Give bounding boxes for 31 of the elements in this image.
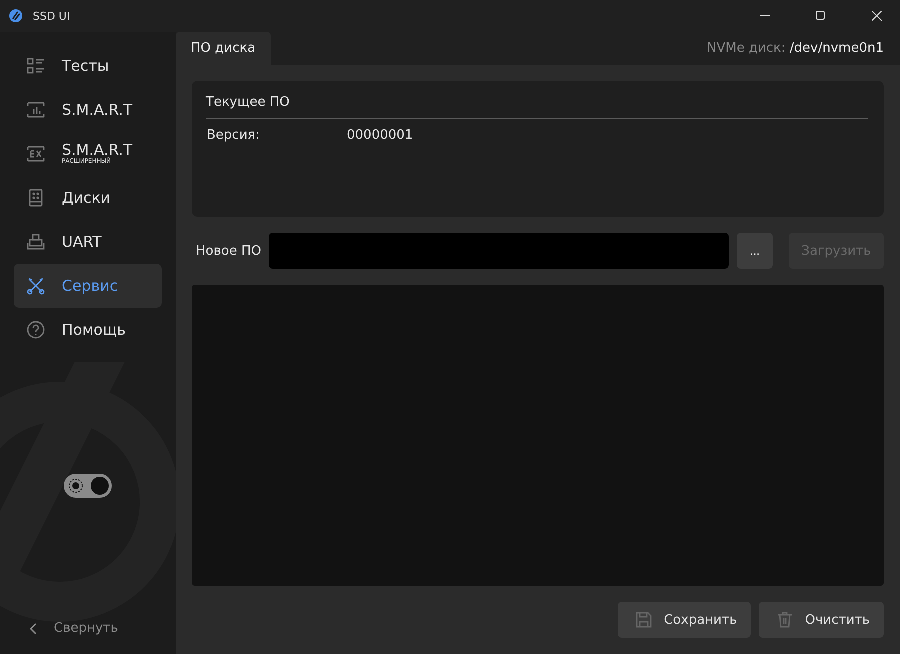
device-label: NVMe диск: /dev/nvme0n1 bbox=[706, 41, 884, 56]
sidebar-item[interactable]: Диски bbox=[14, 176, 162, 220]
window-title: SSD UI bbox=[33, 10, 72, 22]
card-title: Текущее ПО bbox=[206, 95, 868, 119]
save-button[interactable]: Сохранить bbox=[618, 602, 752, 638]
sidebar-item[interactable]: Сервис bbox=[14, 264, 162, 308]
help-icon bbox=[26, 320, 46, 340]
browse-button[interactable]: ... bbox=[737, 233, 773, 269]
connector-icon bbox=[26, 232, 46, 252]
field-value: 00000001 bbox=[347, 128, 414, 143]
bar-chart-icon bbox=[26, 100, 46, 120]
collapse-button[interactable]: Свернуть bbox=[14, 621, 162, 636]
field-label: Новое ПО bbox=[196, 244, 262, 258]
theme-toggle[interactable] bbox=[64, 474, 112, 498]
sidebar-item[interactable]: S.M.A.R.T bbox=[14, 88, 162, 132]
chevron-left-icon bbox=[30, 622, 38, 634]
toggle-knob bbox=[91, 477, 109, 495]
close-icon bbox=[872, 11, 882, 21]
ex-icon bbox=[26, 144, 46, 164]
tools-icon bbox=[26, 276, 46, 296]
app-logo-icon bbox=[9, 9, 23, 23]
field-label: Версия: bbox=[207, 128, 261, 143]
list-icon bbox=[26, 56, 46, 76]
sidebar-item[interactable]: Помощь bbox=[14, 308, 162, 352]
maximize-icon bbox=[816, 11, 826, 21]
clear-button[interactable]: Очистить bbox=[759, 602, 884, 638]
sidebar-item[interactable]: UART bbox=[14, 220, 162, 264]
sidebar-item[interactable]: Тесты bbox=[14, 44, 162, 88]
file-path-field[interactable] bbox=[269, 233, 729, 269]
sun-icon bbox=[68, 478, 84, 494]
tab[interactable]: ПО диска bbox=[176, 32, 271, 65]
